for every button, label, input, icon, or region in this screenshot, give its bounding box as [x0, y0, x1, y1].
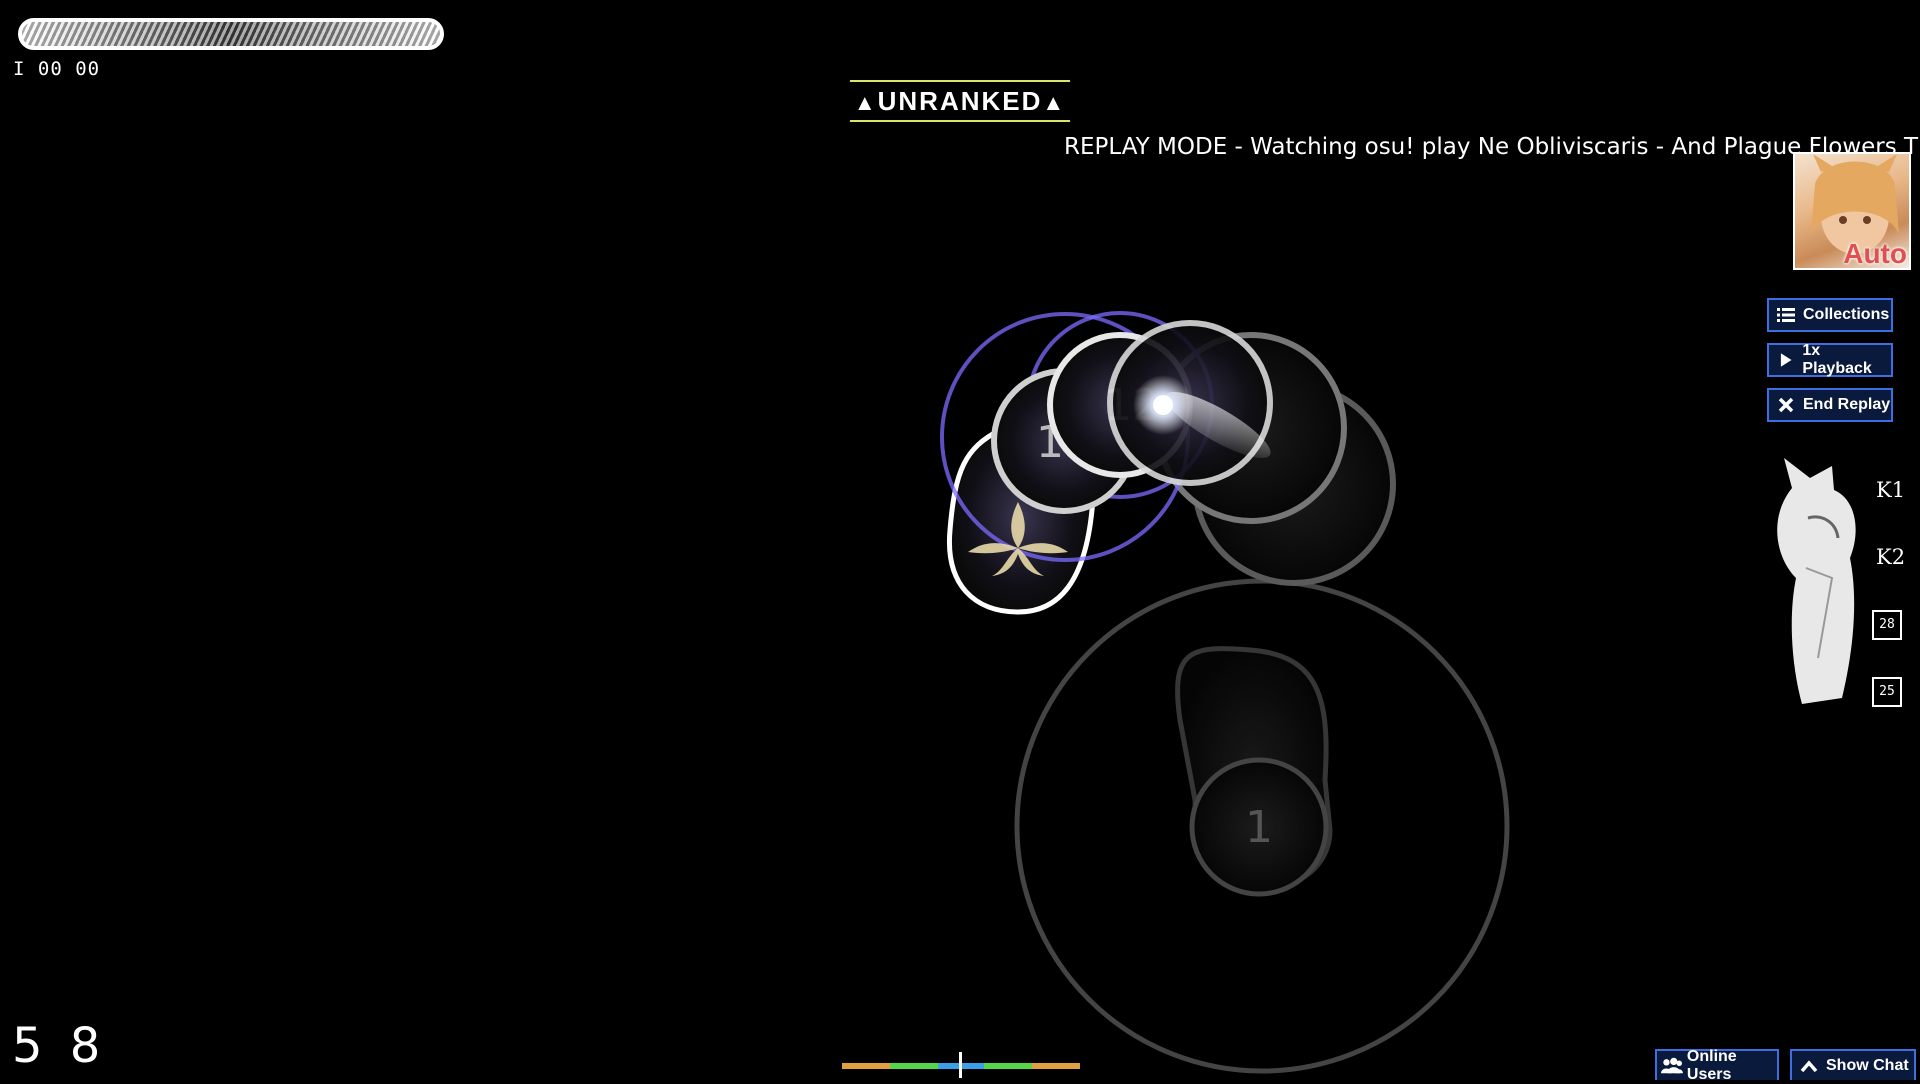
online-users-button[interactable]: Online Users: [1655, 1048, 1779, 1083]
key-k2-label: K2: [1876, 545, 1906, 569]
cursor: [1153, 395, 1173, 415]
combo-counter: 5 8: [12, 1018, 107, 1074]
key-m2-count: 25: [1872, 677, 1902, 707]
list-icon: [1777, 308, 1795, 322]
unranked-banner: ▲UNRANKED▲: [850, 80, 1070, 122]
hit-error-center-marker: [959, 1052, 962, 1078]
show-chat-label: Show Chat: [1826, 1056, 1909, 1074]
player-avatar[interactable]: Auto: [1793, 152, 1911, 270]
playback-label: 1x Playback: [1802, 342, 1872, 377]
key-overlay-mascot-icon: [1777, 458, 1856, 704]
avatar-auto-label: Auto: [1843, 238, 1907, 269]
collections-label: Collections: [1803, 306, 1890, 323]
key-k1-label: K1: [1876, 478, 1906, 502]
play-icon: [1780, 353, 1792, 367]
key-m1-count: 28: [1872, 610, 1902, 640]
collections-button[interactable]: Collections: [1767, 298, 1893, 332]
show-chat-button[interactable]: Show Chat: [1790, 1049, 1916, 1080]
playback-speed-button[interactable]: 1x Playback: [1767, 342, 1893, 377]
health-bar: [18, 18, 444, 50]
unranked-label: UNRANKED: [877, 86, 1043, 116]
chevron-up-icon: [1800, 1059, 1818, 1072]
end-replay-label: End Replay: [1803, 396, 1891, 413]
hit-circle-number-faded: 1: [1245, 802, 1273, 853]
close-icon: [1778, 397, 1794, 413]
health-bar-fill: [22, 22, 440, 46]
score-display: I 00 00: [13, 58, 101, 80]
warning-triangle-icon: ▲: [1042, 90, 1067, 115]
replay-mode-text: REPLAY MODE - Watching osu! play Ne Obli…: [1064, 134, 1920, 160]
online-users-label: Online Users: [1686, 1047, 1737, 1083]
warning-triangle-icon: ▲: [853, 90, 878, 115]
users-icon: [1661, 1057, 1683, 1073]
end-replay-button[interactable]: End Replay: [1767, 388, 1893, 422]
playfield: 1 13 12: [940, 311, 1510, 1074]
